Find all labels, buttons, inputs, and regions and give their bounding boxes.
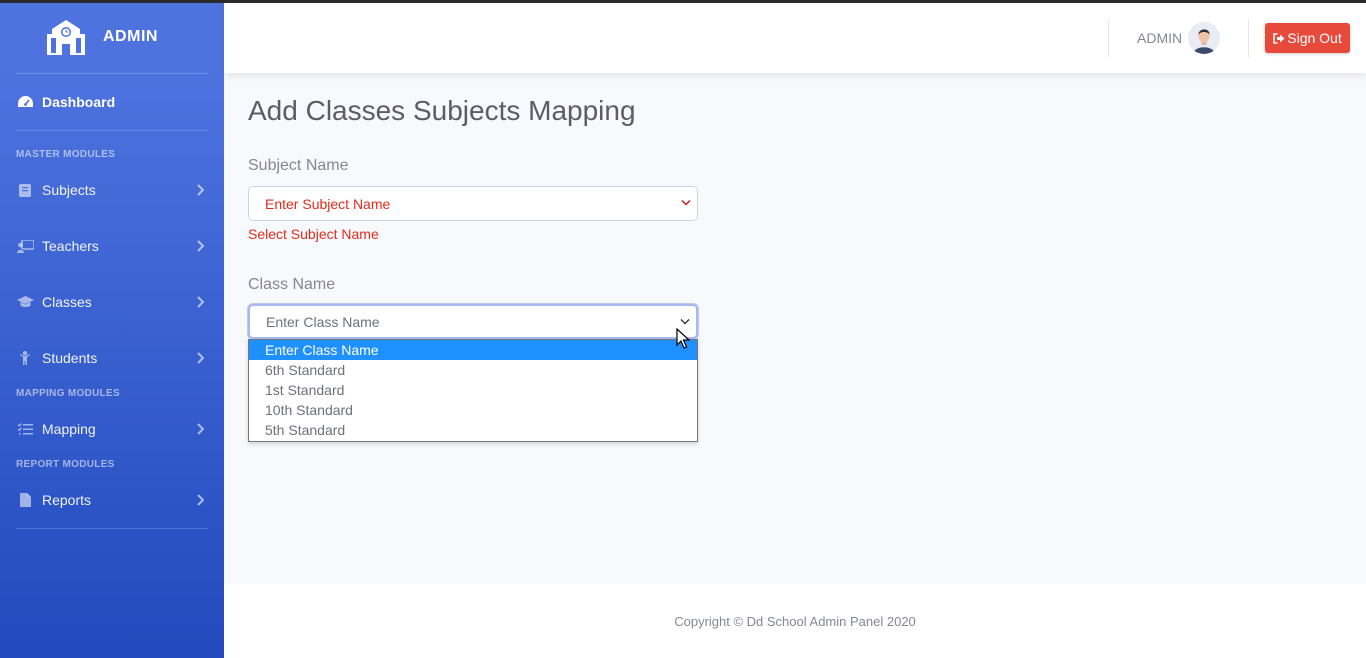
subject-name-label: Subject Name	[248, 157, 349, 174]
sidebar-divider	[16, 73, 208, 74]
tachometer-icon	[16, 95, 34, 109]
sidebar: ADMIN Dashboard MASTER MODULES Subjects …	[0, 0, 224, 658]
sidebar-item-label: Students	[42, 350, 98, 366]
sidebar-item-mapping[interactable]: Mapping	[16, 417, 208, 441]
avatar[interactable]	[1188, 22, 1220, 54]
class-option[interactable]: 5th Standard	[249, 420, 697, 440]
class-option[interactable]: 10th Standard	[249, 400, 697, 420]
sidebar-item-label: Dashboard	[42, 94, 116, 110]
sidebar-item-subjects[interactable]: Subjects	[16, 178, 208, 202]
sign-out-label: Sign Out	[1287, 30, 1342, 46]
topbar-divider	[1108, 19, 1109, 57]
list-check-icon	[16, 422, 34, 436]
subject-name-select[interactable]: Enter Subject Name	[248, 186, 698, 221]
graduation-cap-icon	[16, 295, 34, 309]
chevron-down-icon	[680, 319, 690, 325]
topbar-divider	[1248, 19, 1249, 57]
sidebar-divider	[16, 130, 208, 131]
sign-out-icon	[1273, 32, 1285, 44]
book-icon	[16, 183, 34, 197]
mouse-pointer-icon	[676, 328, 690, 349]
window-top-strip	[0, 0, 1366, 3]
sidebar-heading-master: MASTER MODULES	[16, 149, 116, 160]
chevron-right-icon	[197, 184, 204, 196]
class-name-options-list: Enter Class Name 6th Standard 1st Standa…	[248, 339, 698, 442]
sidebar-item-students[interactable]: Students	[16, 346, 208, 370]
chevron-right-icon	[197, 494, 204, 506]
class-option[interactable]: 6th Standard	[249, 360, 697, 380]
subject-name-error: Select Subject Name	[248, 226, 379, 242]
sidebar-item-label: Mapping	[42, 421, 96, 437]
subject-name-value: Enter Subject Name	[265, 195, 391, 212]
sidebar-item-dashboard[interactable]: Dashboard	[16, 90, 208, 114]
file-icon	[16, 493, 34, 507]
sidebar-heading-report: REPORT MODULES	[16, 459, 115, 470]
copyright-text: Copyright © Dd School Admin Panel 2020	[674, 613, 916, 629]
sidebar-item-label: Reports	[42, 492, 92, 508]
page-title: Add Classes Subjects Mapping	[248, 95, 636, 126]
sidebar-item-teachers[interactable]: Teachers	[16, 234, 208, 258]
user-avatar-icon	[1188, 22, 1220, 54]
child-icon	[16, 351, 34, 365]
class-name-value: Enter Class Name	[266, 313, 380, 330]
class-name-label: Class Name	[248, 276, 336, 293]
school-icon	[47, 20, 85, 55]
sidebar-heading-mapping: MAPPING MODULES	[16, 388, 120, 399]
chevron-down-icon	[681, 199, 691, 206]
user-name[interactable]: ADMIN	[1137, 30, 1182, 46]
chevron-right-icon	[197, 423, 204, 435]
sidebar-divider	[16, 528, 208, 529]
sidebar-item-reports[interactable]: Reports	[16, 488, 208, 512]
brand-title: ADMIN	[103, 28, 158, 45]
footer: Copyright © Dd School Admin Panel 2020	[224, 584, 1366, 658]
chevron-right-icon	[197, 352, 204, 364]
sidebar-brand[interactable]: ADMIN	[0, 3, 224, 73]
chevron-right-icon	[197, 240, 204, 252]
chevron-right-icon	[197, 296, 204, 308]
sidebar-item-label: Subjects	[42, 182, 96, 198]
chalkboard-teacher-icon	[16, 239, 34, 253]
class-option[interactable]: Enter Class Name	[249, 340, 697, 360]
topbar: ADMIN Sign Out	[224, 3, 1366, 73]
sidebar-item-label: Classes	[42, 294, 92, 310]
sign-out-button[interactable]: Sign Out	[1265, 23, 1350, 53]
class-option[interactable]: 1st Standard	[249, 380, 697, 400]
sidebar-item-classes[interactable]: Classes	[16, 290, 208, 314]
sidebar-item-label: Teachers	[42, 238, 99, 254]
class-name-select[interactable]: Enter Class Name	[248, 304, 698, 339]
